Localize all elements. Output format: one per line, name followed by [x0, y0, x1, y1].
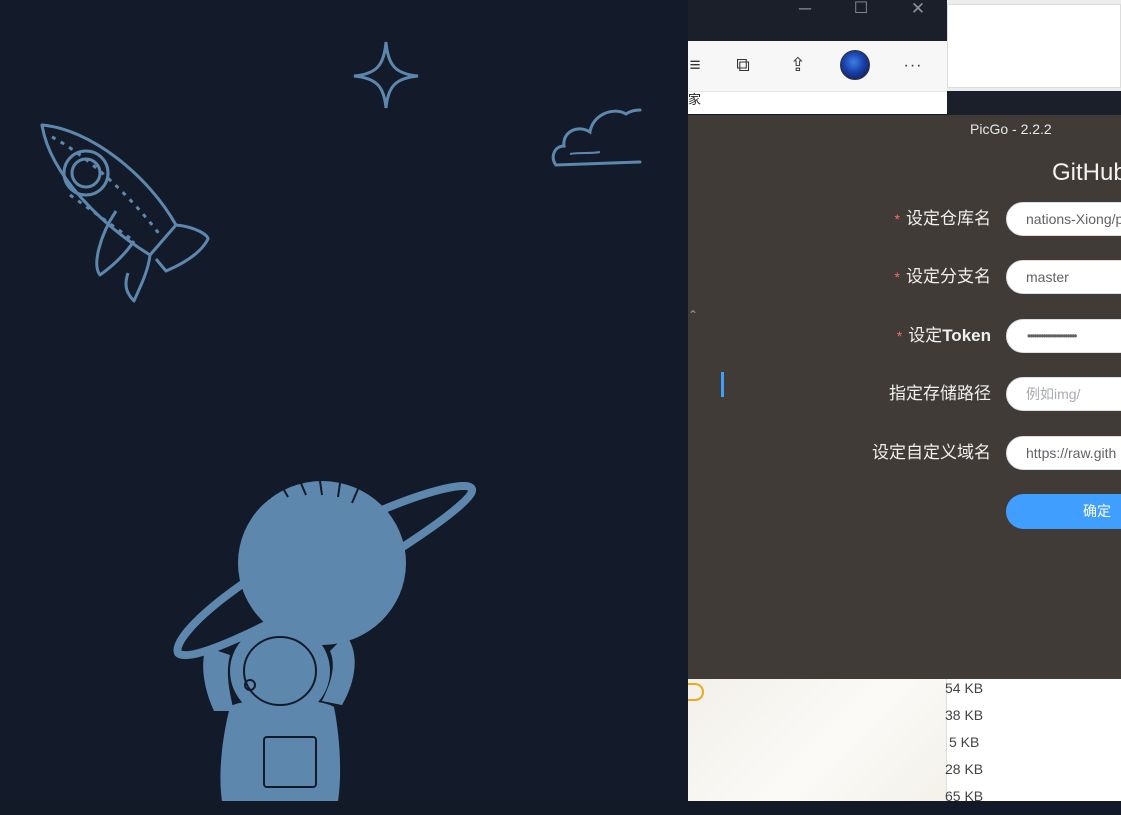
picgo-window: PicGo - 2.2.2 GitHub ⌃ * 设定仓库名 nations-Xi… [688, 115, 1121, 679]
custom-url-row: 设定自定义域名 https://raw.gith [688, 435, 1121, 471]
token-row: * 设定Token •••••••••••••••••••••• [688, 318, 1121, 354]
token-input[interactable]: •••••••••••••••••••••• [1006, 319, 1121, 353]
page-title: GitHub [1052, 159, 1121, 186]
path-input[interactable]: 例如img/ [1006, 377, 1121, 411]
custom-url-input[interactable]: https://raw.gith [1006, 436, 1121, 470]
branch-label: * 设定分支名 [894, 267, 991, 286]
reading-list-icon[interactable]: ≡ [680, 51, 710, 81]
maximize-button[interactable]: ☐ [841, 0, 881, 18]
custom-url-label: 设定自定义域名 [872, 443, 991, 462]
file-size: 5 KB [949, 734, 980, 750]
minimize-button[interactable]: ─ [785, 0, 825, 18]
required-mark: * [896, 328, 903, 344]
close-button[interactable]: ✕ [898, 0, 938, 18]
browser-title-bar: ─ ☐ ✕ [688, 0, 947, 41]
file-list: 54 KB 38 KB 5 KB 28 KB 65 KB [945, 679, 1121, 804]
repo-label: * 设定仓库名 [894, 209, 991, 228]
browser-toolbar: ≡ ⧉ ⇪ ··· [688, 41, 947, 92]
browser-page-dark-strip [947, 91, 1121, 115]
confirm-button[interactable]: 确定 [1006, 494, 1121, 529]
repo-input[interactable]: nations-Xiong/p [1006, 202, 1121, 236]
profile-avatar[interactable] [840, 50, 870, 80]
desktop-wallpaper [0, 0, 688, 801]
path-label: 指定存储路径 [889, 384, 991, 403]
star-illustration [353, 41, 419, 109]
share-icon[interactable]: ⇪ [783, 51, 813, 81]
astronaut-planet-illustration [173, 480, 476, 801]
favorites-item[interactable]: 家 [688, 86, 701, 114]
file-size: 28 KB [945, 761, 984, 777]
repo-row: * 设定仓库名 nations-Xiong/p [688, 201, 1121, 237]
path-row: 指定存储路径 例如img/ [688, 376, 1121, 412]
window-title: PicGo - 2.2.2 [970, 121, 1052, 137]
collections-icon[interactable]: ⧉ [728, 51, 758, 81]
token-label: * 设定Token [896, 326, 991, 345]
branch-input[interactable]: master [1006, 260, 1121, 294]
favorites-bar: 家 [688, 92, 947, 114]
image-preview [688, 679, 946, 801]
required-mark: * [894, 211, 900, 227]
browser-page-panel [947, 4, 1121, 88]
file-size: 54 KB [945, 680, 984, 696]
cloud-illustration [551, 108, 642, 167]
file-size: 38 KB [945, 707, 984, 723]
branch-row: * 设定分支名 master [688, 259, 1121, 295]
rocket-illustration [40, 123, 210, 303]
required-mark: * [894, 269, 900, 285]
file-size: 65 KB [945, 788, 984, 804]
sun-icon [688, 683, 704, 701]
more-options-icon[interactable]: ··· [898, 51, 928, 81]
